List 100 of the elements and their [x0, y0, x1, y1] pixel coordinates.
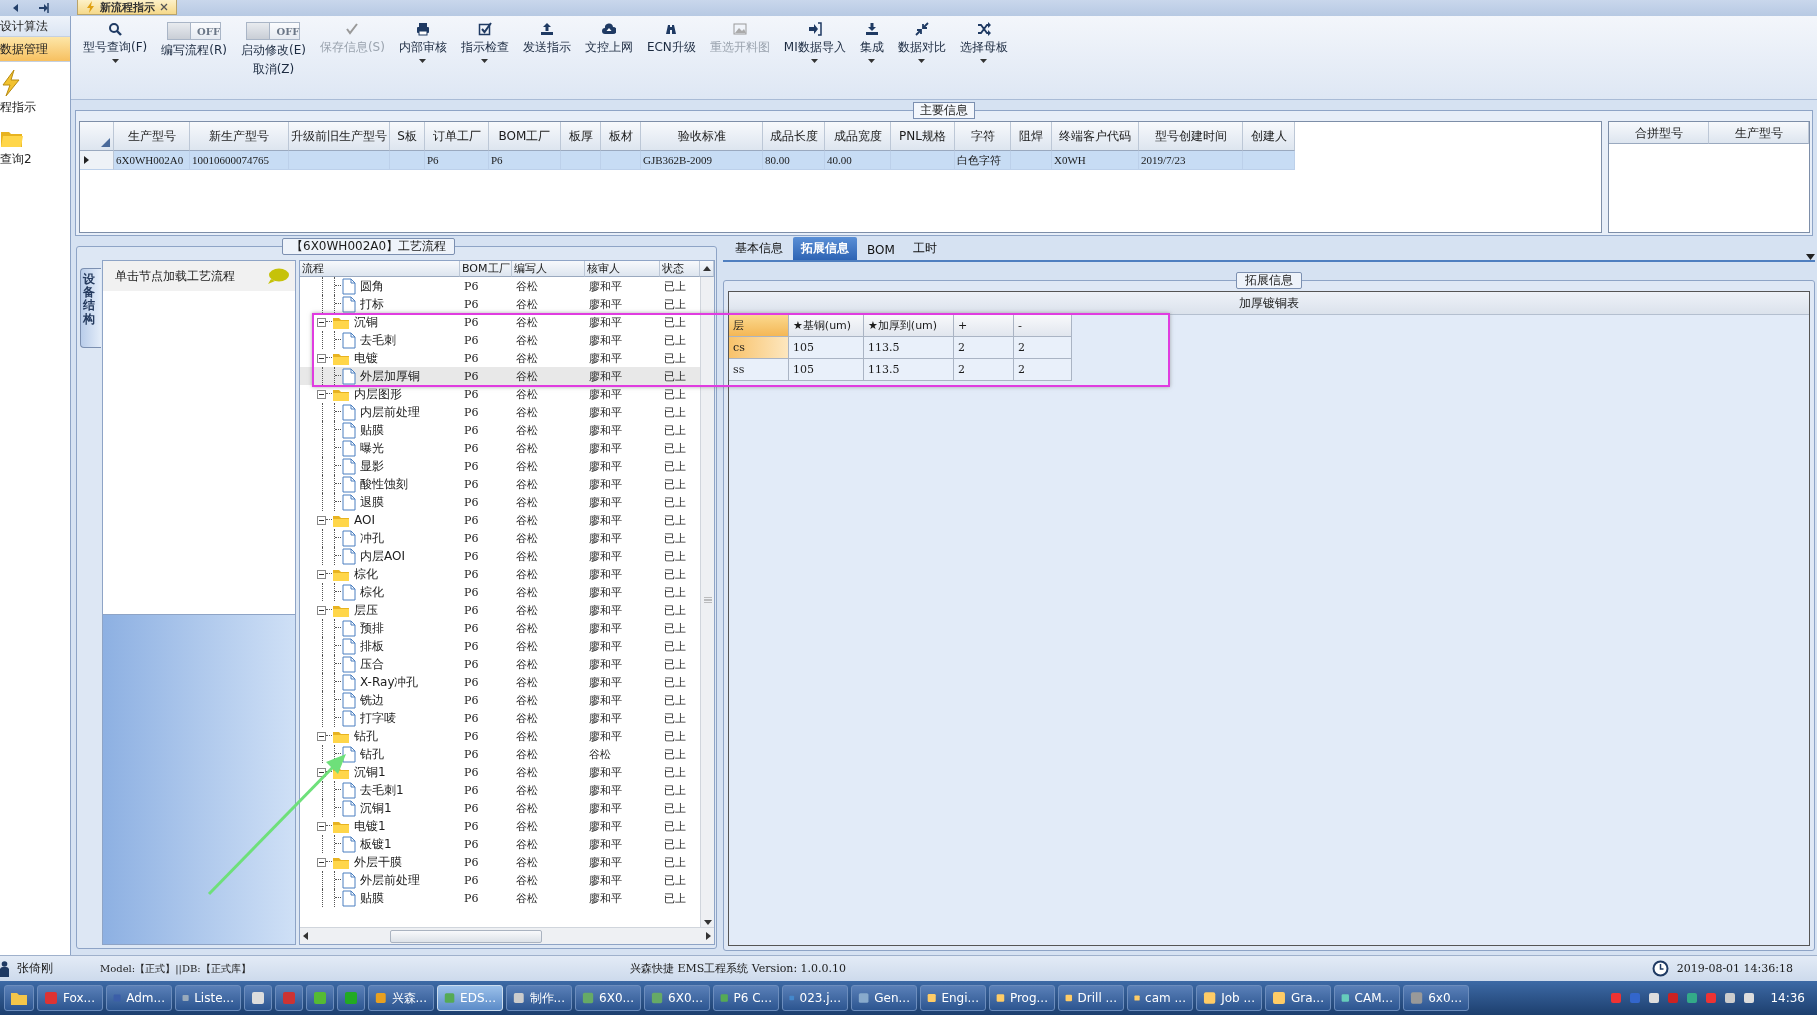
toggle-switch[interactable]: OFF: [167, 22, 222, 40]
tray-icon[interactable]: [1648, 992, 1661, 1004]
close-icon[interactable]: [160, 3, 168, 11]
column-header[interactable]: 板厚: [561, 122, 601, 151]
tree-row[interactable]: 退膜 P6 谷松 廖和平 已上: [300, 493, 700, 511]
table-cell[interactable]: cs: [729, 337, 789, 359]
toolbar-button[interactable]: 选择母板: [953, 20, 1014, 65]
tree-row[interactable]: 铣边 P6 谷松 廖和平 已上: [300, 691, 700, 709]
toolbar-button[interactable]: 型号查询(F): [77, 20, 154, 65]
tree-row[interactable]: 棕化 P6 谷松 廖和平 已上: [300, 583, 700, 601]
column-header[interactable]: 新生产型号: [190, 122, 289, 151]
tree-row[interactable]: 冲孔 P6 谷松 廖和平 已上: [300, 529, 700, 547]
tab[interactable]: BOM: [859, 240, 903, 260]
collapse-icon[interactable]: [317, 389, 326, 399]
column-header[interactable]: 升级前旧生产型号: [289, 122, 390, 151]
collapse-icon[interactable]: [317, 767, 326, 777]
toolbar-button[interactable]: 指示检查: [454, 20, 515, 65]
tree-row[interactable]: 贴膜 P6 谷松 廖和平 已上: [300, 889, 700, 907]
taskbar-button[interactable]: Engi...: [920, 985, 986, 1011]
column-header[interactable]: 层: [729, 315, 789, 337]
column-header[interactable]: 核审人: [585, 261, 660, 277]
tree-row[interactable]: AOI P6 谷松 廖和平 已上: [300, 511, 700, 529]
tree-row[interactable]: 外层前处理 P6 谷松 廖和平 已上: [300, 871, 700, 889]
collapse-icon[interactable]: [317, 857, 326, 867]
taskbar-button[interactable]: 6X0...: [644, 985, 710, 1011]
taskbar-button[interactable]: Gra...: [1265, 985, 1331, 1011]
tree-row[interactable]: 沉铜 P6 谷松 廖和平 已上: [300, 313, 700, 331]
table-cell[interactable]: ss: [729, 359, 789, 381]
sidebar-item[interactable]: 程指示: [0, 62, 70, 120]
taskbar-button[interactable]: 制作...: [506, 985, 572, 1011]
collapse-icon[interactable]: [317, 317, 326, 327]
column-header[interactable]: 板材: [601, 122, 641, 151]
toolbar-button[interactable]: 数据对比: [891, 20, 952, 65]
column-header[interactable]: 字符: [955, 122, 1011, 151]
tree-row[interactable]: 外层加厚铜 P6 谷松 廖和平 已上: [300, 367, 700, 385]
taskbar-button[interactable]: [244, 985, 272, 1011]
tree-row[interactable]: 内层AOI P6 谷松 廖和平 已上: [300, 547, 700, 565]
tree-row[interactable]: 去毛刺 P6 谷松 廖和平 已上: [300, 331, 700, 349]
toolbar-button[interactable]: MI数据导入: [777, 20, 852, 65]
sidebar-item[interactable]: 数据管理: [0, 37, 70, 62]
table-row[interactable]: 6X0WH002A0 10010600074765 P6 P6 GJB362B-2009 80.00 40.00 白色字符 X0WH 2019/7/23: [80, 151, 1601, 170]
taskbar-button[interactable]: 6X0...: [575, 985, 641, 1011]
tree-row[interactable]: 压合 P6 谷松 廖和平 已上: [300, 655, 700, 673]
toolbar-button[interactable]: 发送指示: [516, 20, 577, 58]
toolbar-button[interactable]: 集成: [853, 20, 890, 65]
tree-row[interactable]: 钻孔 P6 谷松 廖和平 已上: [300, 727, 700, 745]
tree-row[interactable]: 酸性蚀刻 P6 谷松 廖和平 已上: [300, 475, 700, 493]
taskbar-button[interactable]: CAM...: [1334, 985, 1400, 1011]
taskbar-button[interactable]: Drill ...: [1058, 985, 1124, 1011]
tray-icon[interactable]: [1686, 992, 1699, 1004]
collapse-icon[interactable]: [317, 821, 326, 831]
column-header[interactable]: 流程: [300, 261, 460, 277]
column-header[interactable]: 终端客户代码: [1052, 122, 1139, 151]
start-button[interactable]: [4, 985, 34, 1011]
tab[interactable]: 基本信息: [727, 237, 791, 260]
collapse-icon[interactable]: [317, 569, 326, 579]
tree-row[interactable]: 打标 P6 谷松 廖和平 已上: [300, 295, 700, 313]
tree-row[interactable]: 内层图形 P6 谷松 廖和平 已上: [300, 385, 700, 403]
tree-row[interactable]: 曝光 P6 谷松 廖和平 已上: [300, 439, 700, 457]
column-header[interactable]: 订单工厂: [425, 122, 489, 151]
column-header[interactable]: 成品长度: [763, 122, 825, 151]
column-header[interactable]: S板: [390, 122, 425, 151]
column-header[interactable]: 创建人: [1243, 122, 1295, 151]
tree-row[interactable]: 沉铜1 P6 谷松 廖和平 已上: [300, 799, 700, 817]
taskbar-button[interactable]: 兴森...: [368, 985, 434, 1011]
tree-row[interactable]: 板镀1 P6 谷松 廖和平 已上: [300, 835, 700, 853]
vertical-scrollbar[interactable]: [700, 277, 714, 927]
horizontal-scrollbar[interactable]: [300, 927, 714, 944]
taskbar-button[interactable]: P6 C...: [713, 985, 779, 1011]
sidebar-item[interactable]: 查询2: [0, 120, 70, 172]
column-header[interactable]: 生产型号: [114, 122, 190, 151]
tray-icon[interactable]: [1743, 992, 1756, 1004]
tree-row[interactable]: 预排 P6 谷松 廖和平 已上: [300, 619, 700, 637]
dropdown-icon[interactable]: [1806, 254, 1815, 260]
taskbar-button[interactable]: Adm...: [106, 985, 172, 1011]
tree-row[interactable]: 电镀1 P6 谷松 廖和平 已上: [300, 817, 700, 835]
column-header[interactable]: 合拼型号: [1609, 122, 1709, 144]
tree-row[interactable]: 层压 P6 谷松 廖和平 已上: [300, 601, 700, 619]
column-header[interactable]: 生产型号: [1709, 122, 1809, 144]
toolbar-button[interactable]: ECN升级: [640, 20, 702, 58]
column-header[interactable]: ★加厚到(um): [864, 315, 954, 337]
tree-row[interactable]: 内层前处理 P6 谷松 廖和平 已上: [300, 403, 700, 421]
column-header[interactable]: 验收标准: [641, 122, 763, 151]
document-tab[interactable]: 新流程指示: [77, 0, 177, 15]
collapse-icon[interactable]: [317, 731, 326, 741]
taskbar-button[interactable]: [306, 985, 334, 1011]
exit-icon[interactable]: [38, 3, 50, 13]
column-header[interactable]: ★基铜(um): [789, 315, 864, 337]
tree-row[interactable]: 贴膜 P6 谷松 廖和平 已上: [300, 421, 700, 439]
taskbar-button[interactable]: Gen...: [851, 985, 917, 1011]
tree-row[interactable]: 去毛刺1 P6 谷松 廖和平 已上: [300, 781, 700, 799]
taskbar-button[interactable]: Liste...: [175, 985, 241, 1011]
tree-row[interactable]: 外层干膜 P6 谷松 廖和平 已上: [300, 853, 700, 871]
tree-row[interactable]: 圆角 P6 谷松 廖和平 已上: [300, 277, 700, 295]
toggle-switch[interactable]: OFF: [246, 22, 301, 40]
column-header[interactable]: 状态: [660, 261, 700, 277]
column-header[interactable]: +: [954, 315, 1014, 337]
collapse-icon[interactable]: [317, 515, 326, 525]
taskbar-button[interactable]: cam ...: [1127, 985, 1193, 1011]
column-header[interactable]: 型号创建时间: [1139, 122, 1243, 151]
